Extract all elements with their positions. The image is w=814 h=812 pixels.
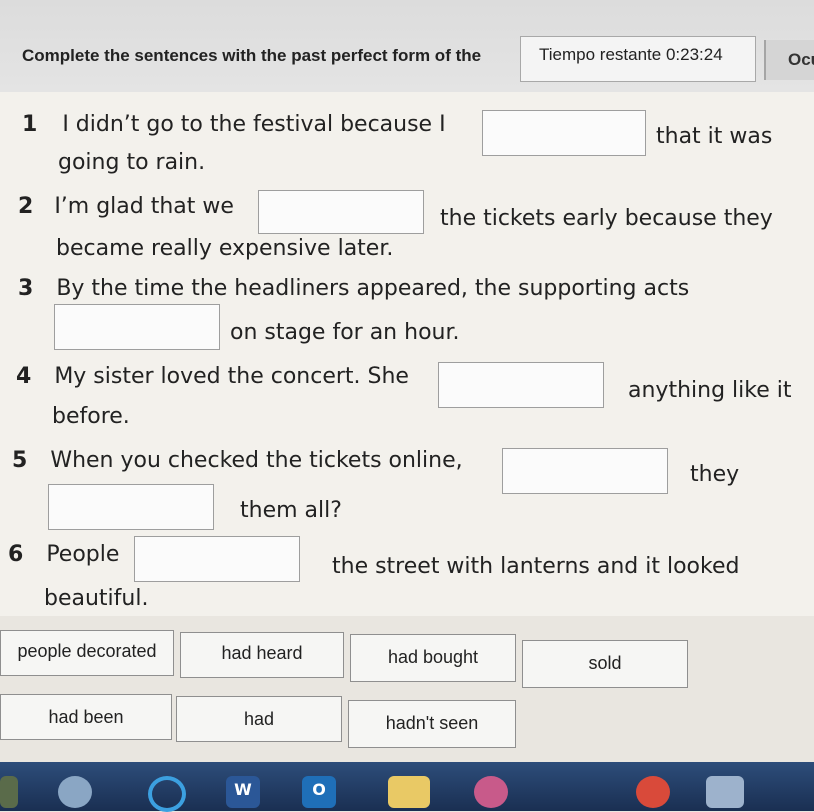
ie-icon[interactable] [148, 776, 186, 812]
sentence-5-after: they [690, 462, 740, 487]
exercise-area: 1 I didn’t go to the festival because I … [0, 92, 814, 616]
sentence-1: 1 I didn’t go to the festival because I [22, 112, 446, 137]
top-bar: Complete the sentences with the past per… [0, 0, 814, 94]
sentence-number: 2 [18, 194, 34, 219]
chrome-icon[interactable] [636, 776, 670, 808]
paint-icon[interactable] [58, 776, 92, 808]
instruction-text: Complete the sentences with the past per… [22, 46, 482, 65]
word-tile[interactable]: had been [0, 694, 172, 740]
answer-drop-3[interactable] [54, 304, 220, 350]
sentence-6: 6 People [8, 542, 120, 567]
answer-drop-5b[interactable] [48, 484, 214, 530]
taskbar: W O [0, 762, 814, 812]
word-tile[interactable]: hadn't seen [348, 700, 516, 748]
sentence-1-cont: going to rain. [58, 150, 206, 175]
word-bank: people decorated had heard had bought so… [0, 620, 814, 760]
word-tile[interactable]: had [176, 696, 342, 742]
app-icon[interactable] [474, 776, 508, 808]
sentence-4: 4 My sister loved the concert. She [16, 364, 409, 389]
outlook-icon[interactable]: O [302, 776, 336, 808]
hide-timer-button[interactable]: Ocu [764, 40, 814, 80]
sentence-number: 4 [16, 364, 32, 389]
sentence-1-after: that it was [656, 124, 773, 149]
answer-drop-1[interactable] [482, 110, 646, 156]
sentence-3-after: on stage for an hour. [230, 320, 460, 345]
sentence-number: 6 [8, 542, 24, 567]
timer-value: 0:23:24 [665, 45, 723, 64]
sentence-2-cont: became really expensive later. [56, 236, 394, 261]
sentence-5: 5 When you checked the tickets online, [12, 448, 463, 473]
answer-drop-6[interactable] [134, 536, 300, 582]
sentence-5-after2: them all? [240, 498, 342, 523]
sentence-4-after: anything like it [628, 378, 792, 403]
sentence-2: 2 I’m glad that we [18, 194, 234, 219]
sentence-2-after: the tickets early because they [440, 206, 773, 231]
answer-drop-2[interactable] [258, 190, 424, 234]
answer-drop-5a[interactable] [502, 448, 668, 494]
sentence-number: 1 [22, 112, 38, 137]
word-tile[interactable]: people decorated [0, 630, 174, 676]
explorer-icon[interactable] [388, 776, 430, 808]
keyboard-icon[interactable] [706, 776, 744, 808]
word-tile[interactable]: had bought [350, 634, 516, 682]
word-icon[interactable]: W [226, 776, 260, 808]
word-tile[interactable]: sold [522, 640, 688, 688]
sentence-6-after: the street with lanterns and it looked [332, 554, 740, 579]
sentence-4-cont: before. [52, 404, 130, 429]
sentence-3: 3 By the time the headliners appeared, t… [18, 276, 690, 301]
sentence-number: 5 [12, 448, 28, 473]
sentence-number: 3 [18, 276, 34, 301]
grid-icon[interactable] [0, 776, 18, 808]
answer-drop-4[interactable] [438, 362, 604, 408]
sentence-6-cont: beautiful. [44, 586, 149, 611]
timer-box: Tiempo restante 0:23:24 [520, 36, 756, 82]
word-tile[interactable]: had heard [180, 632, 344, 678]
timer-label: Tiempo restante [539, 45, 662, 64]
